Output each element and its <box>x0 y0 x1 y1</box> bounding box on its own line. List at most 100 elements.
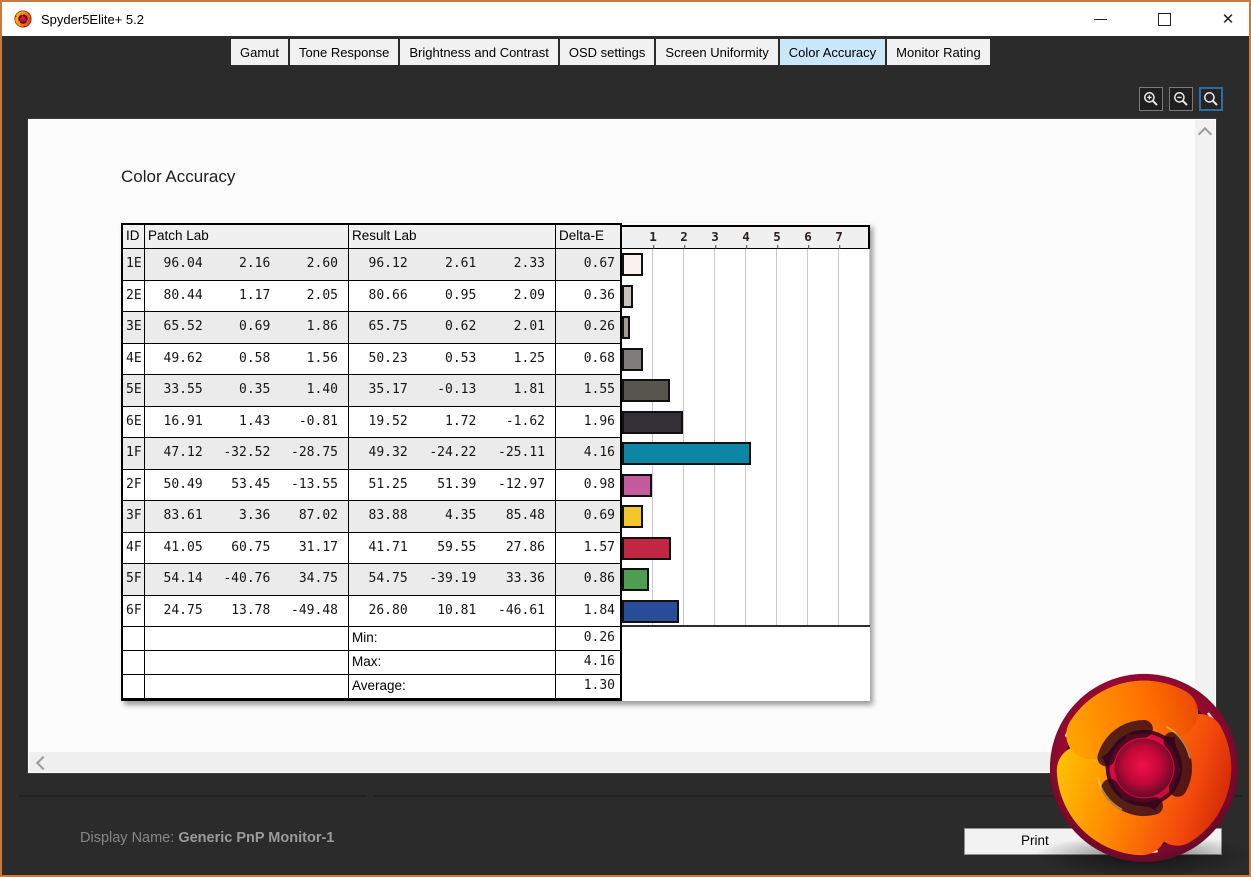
result-lab-values: 19.521.72-1.62 <box>349 407 556 439</box>
summary-label: Min: <box>349 627 556 651</box>
tab-item[interactable]: Brightness and Contrast <box>400 39 557 65</box>
tab-item[interactable]: Color Accuracy <box>780 39 885 65</box>
axis-tick-label: 4 <box>742 229 750 244</box>
axis-tick-label: 1 <box>649 229 657 244</box>
patch-id: 3E <box>123 312 145 344</box>
close-x-icon: ✕ <box>1222 12 1235 27</box>
chart-lane <box>622 312 870 344</box>
summary-value: 0.26 <box>556 627 620 651</box>
result-lab-values: 80.660.952.09 <box>349 281 556 313</box>
tab-item[interactable]: Tone Response <box>290 39 398 65</box>
zoom-reset-button[interactable] <box>1199 87 1223 111</box>
summary-row: Max: 4.16 <box>123 651 620 675</box>
patch-lab-values: 50.4953.45-13.55 <box>145 470 349 502</box>
delta-e-value: 0.98 <box>556 470 620 502</box>
chart-lane <box>622 470 870 502</box>
table-row: 2E 80.441.172.05 80.660.952.09 0.36 <box>123 281 620 313</box>
header-result-lab: Result Lab <box>349 225 556 249</box>
delta-e-bar <box>622 474 652 497</box>
table-row: 3F 83.613.3687.02 83.884.3585.48 0.69 <box>123 501 620 533</box>
patch-lab-values: 54.14-40.7634.75 <box>145 564 349 596</box>
maximize-square-icon <box>1158 13 1171 26</box>
tab-label: Tone Response <box>299 45 389 60</box>
title-bar: Spyder5Elite+ 5.2 ✕ <box>2 2 1249 36</box>
chart-lane <box>622 407 870 439</box>
delta-e-bar <box>622 316 630 339</box>
tab-label: Gamut <box>240 45 279 60</box>
patch-id: 5F <box>123 564 145 596</box>
delta-e-chart: 1 2 3 4 5 6 7 <box>622 223 870 701</box>
tab-item[interactable]: Gamut <box>231 39 288 65</box>
patch-lab-values: 65.520.691.86 <box>145 312 349 344</box>
table-header-row: ID Patch Lab Result Lab Delta-E <box>123 225 620 249</box>
patch-lab-values: 41.0560.7531.17 <box>145 533 349 565</box>
chart-axis-header: 1 2 3 4 5 6 7 <box>622 225 870 249</box>
report-page: Color Accuracy ID Patch Lab Result Lab D… <box>27 118 1217 774</box>
patch-id: 1E <box>123 249 145 281</box>
page-title: Color Accuracy <box>121 167 235 187</box>
tab-item[interactable]: Screen Uniformity <box>656 39 777 65</box>
patch-id: 5E <box>123 375 145 407</box>
color-accuracy-table: ID Patch Lab Result Lab Delta-E 1E 96.04… <box>121 223 870 701</box>
delta-e-bar <box>622 285 633 308</box>
header-patch-lab: Patch Lab <box>145 225 349 249</box>
maximize-button[interactable] <box>1151 6 1177 32</box>
spyder-swirl-icon <box>14 10 32 28</box>
window-title: Spyder5Elite+ 5.2 <box>41 12 144 27</box>
summary-value: 4.16 <box>556 651 620 675</box>
zoom-in-button[interactable] <box>1139 87 1163 111</box>
delta-e-value: 1.55 <box>556 375 620 407</box>
close-button[interactable]: ✕ <box>1215 6 1241 32</box>
result-lab-values: 65.750.622.01 <box>349 312 556 344</box>
patch-id: 2E <box>123 281 145 313</box>
tab-label: Screen Uniformity <box>665 45 768 60</box>
tab-item[interactable]: Monitor Rating <box>887 39 990 65</box>
result-lab-values: 49.32-24.22-25.11 <box>349 438 556 470</box>
delta-e-bar <box>622 505 643 528</box>
result-lab-values: 41.7159.5527.86 <box>349 533 556 565</box>
tab-label: Monitor Rating <box>896 45 981 60</box>
magnifier-icon <box>1203 91 1219 107</box>
zoom-out-button[interactable] <box>1169 87 1193 111</box>
summary-label: Max: <box>349 651 556 675</box>
result-lab-values: 50.230.531.25 <box>349 344 556 376</box>
result-lab-values: 35.17-0.131.81 <box>349 375 556 407</box>
tab-item[interactable]: OSD settings <box>560 39 655 65</box>
chevron-up-icon[interactable] <box>1198 127 1212 141</box>
chart-lane <box>622 564 870 596</box>
patch-id: 6F <box>123 596 145 628</box>
delta-e-bar <box>622 411 683 434</box>
delta-e-bar <box>622 348 643 371</box>
axis-tick-label: 5 <box>773 229 781 244</box>
axis-tick-label: 6 <box>804 229 812 244</box>
chart-lane <box>622 375 870 407</box>
display-name-value: Generic PnP Monitor-1 <box>178 830 334 846</box>
datacolor-spyder-logo <box>1046 670 1242 866</box>
chart-lane <box>622 438 870 470</box>
header-id: ID <box>123 225 145 249</box>
horizontal-scrollbar[interactable] <box>29 752 1196 772</box>
table-row: 3E 65.520.691.86 65.750.622.01 0.26 <box>123 312 620 344</box>
table-row: 6E 16.911.43-0.81 19.521.72-1.62 1.96 <box>123 407 620 439</box>
chart-lane <box>622 596 870 628</box>
table-row: 4E 49.620.581.56 50.230.531.25 0.68 <box>123 344 620 376</box>
delta-e-bar <box>622 568 649 591</box>
chart-lane <box>622 501 870 533</box>
display-name: Display Name: Generic PnP Monitor-1 <box>80 830 334 846</box>
minimize-button[interactable] <box>1087 6 1113 32</box>
patch-lab-values: 49.620.581.56 <box>145 344 349 376</box>
chart-lane <box>622 249 870 281</box>
chart-lane <box>622 281 870 313</box>
chevron-left-icon[interactable] <box>36 756 50 770</box>
patch-lab-values: 80.441.172.05 <box>145 281 349 313</box>
table-row: 1F 47.12-32.52-28.75 49.32-24.22-25.11 4… <box>123 438 620 470</box>
display-name-label: Display Name: <box>80 830 174 846</box>
vertical-scrollbar[interactable] <box>1195 120 1215 752</box>
table-row: 5F 54.14-40.7634.75 54.75-39.1933.36 0.8… <box>123 564 620 596</box>
tab-label: OSD settings <box>569 45 646 60</box>
magnifier-minus-icon <box>1173 91 1189 107</box>
patch-id: 3F <box>123 501 145 533</box>
table-row: 4F 41.0560.7531.17 41.7159.5527.86 1.57 <box>123 533 620 565</box>
table-row: 6F 24.7513.78-49.48 26.8010.81-46.61 1.8… <box>123 596 620 628</box>
table-body: 1E 96.042.162.60 96.122.612.33 0.67 2E <box>123 249 620 627</box>
